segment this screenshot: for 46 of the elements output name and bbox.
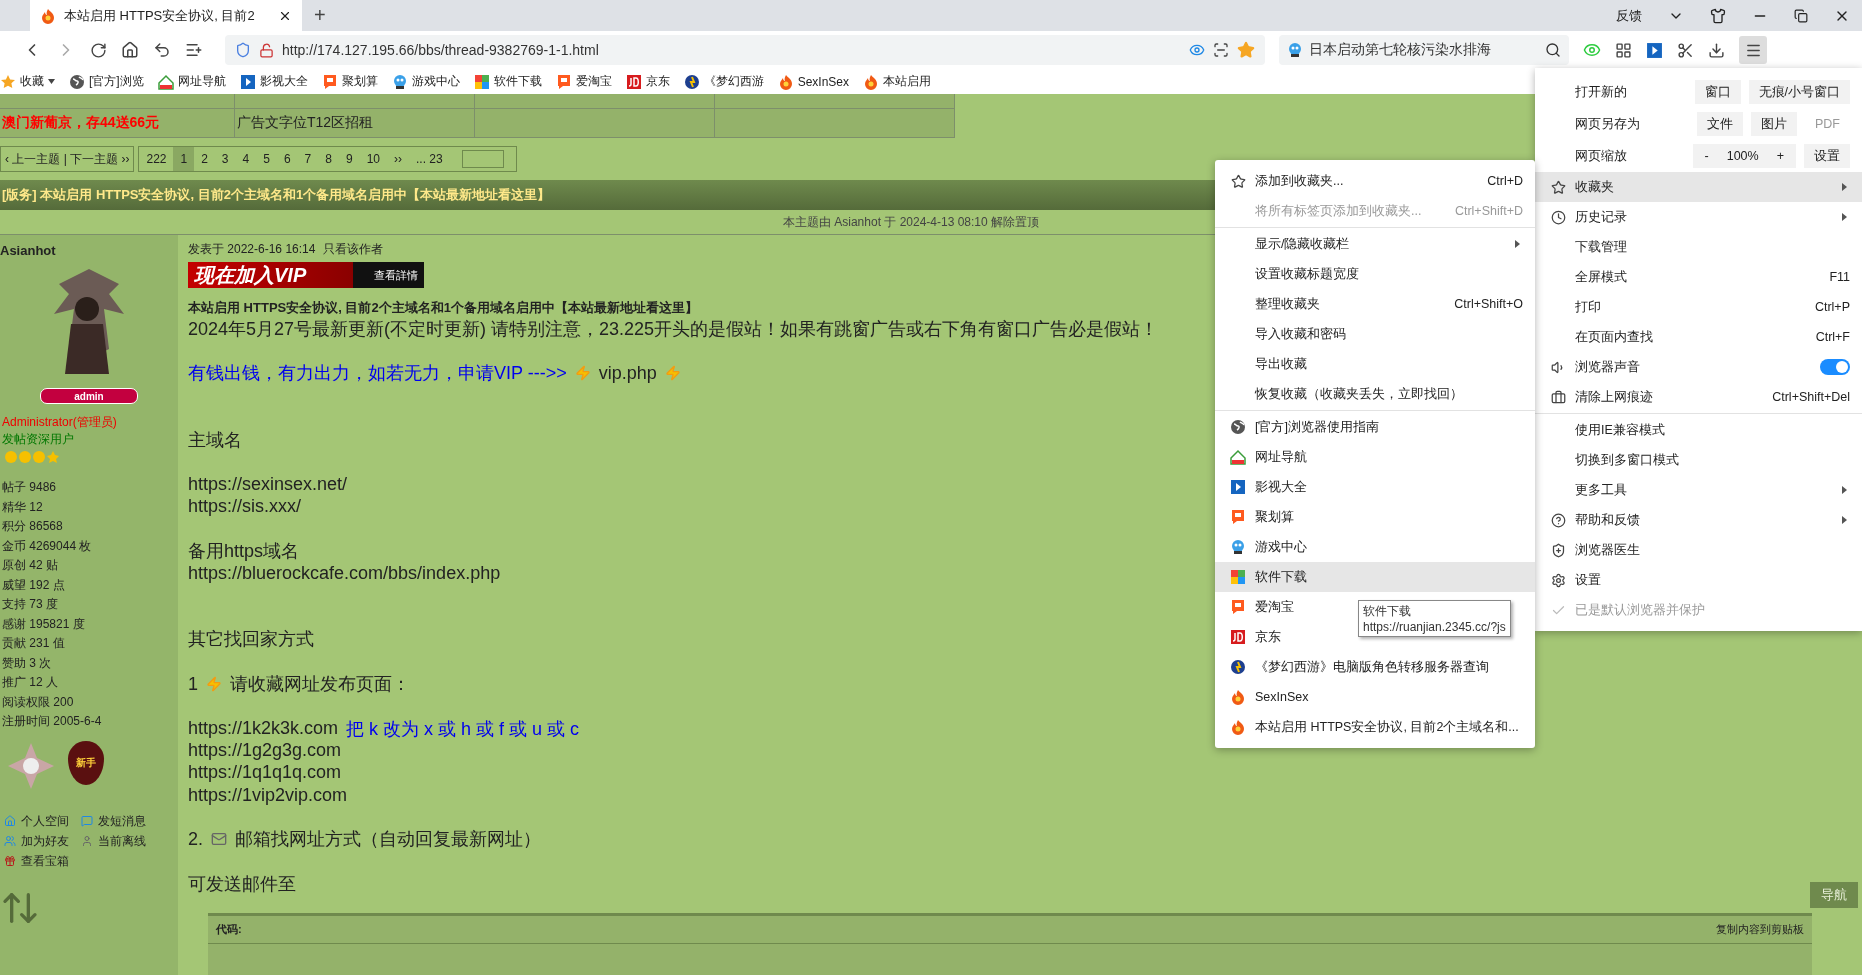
post-text: 2. bbox=[188, 828, 203, 850]
ad-cell: 澳门新葡京，存44送66元 bbox=[0, 109, 235, 138]
moderation-note: 本主题由 Asianhot 于 2024-4-13 08:10 解除置顶 bbox=[782, 213, 1040, 231]
author-stat: 积分 86568 bbox=[2, 519, 64, 534]
author-stat: 帖子 9486 bbox=[2, 480, 58, 495]
author-stat: 注册时间 2005-6-4 bbox=[2, 714, 103, 729]
admin-badge: admin bbox=[40, 388, 138, 404]
author-stat: 推广 12 人 bbox=[2, 675, 60, 690]
author-stat: 金币 4269044 枚 bbox=[2, 538, 93, 553]
post-text: 请收藏网址发布页面： bbox=[230, 673, 410, 697]
post-text: 1 bbox=[188, 673, 198, 695]
zoom-value: 100% bbox=[1726, 149, 1759, 163]
author-stat: 贡献 231 值 bbox=[2, 636, 66, 651]
author-group: 发帖资深用户 bbox=[0, 431, 74, 448]
post-text: https://1g2g3g.com bbox=[188, 740, 342, 762]
post-text: https://1q1q1q.com bbox=[188, 762, 342, 784]
post-text: 其它找回家方式 bbox=[188, 628, 314, 652]
author-stat: 阅读权限 200 bbox=[2, 694, 75, 709]
tooltip: 软件下载 https://ruanjian.2345.cc/?js bbox=[1358, 600, 1511, 637]
rookie-medal: 新手 bbox=[68, 740, 104, 785]
url-text: http://174.127.195.66/bbs/thread-9382769-1-1.html bbox=[282, 42, 600, 59]
post-text: 邮箱找网址方式（自动回复最新网址） bbox=[235, 828, 541, 852]
author-stat: 赞助 3 次 bbox=[2, 655, 53, 670]
post-text: https://sis.xxx/ bbox=[188, 495, 302, 517]
menu-label: 网页另存为 bbox=[1575, 115, 1641, 133]
author-stat: 支持 73 度 bbox=[2, 597, 60, 612]
menu-label: 网页缩放 bbox=[1575, 147, 1628, 165]
post-text: 主域名 bbox=[188, 429, 242, 453]
author-stat: 精华 12 bbox=[2, 499, 44, 514]
post-text: 本站启用 HTTPS安全协议, 目前2个主域名和1个备用域名启用中【本站最新地址看这里】 bbox=[188, 298, 698, 317]
post-text: https://sexinsex.net/ bbox=[188, 473, 348, 495]
author-role: Administrator(管理员) bbox=[1, 414, 117, 431]
post-date: 发表于 2022-6-16 16:14 bbox=[188, 241, 316, 258]
author-stat: 感谢 195821 度 bbox=[2, 616, 86, 631]
post-text: 可发送邮件至 bbox=[188, 872, 296, 896]
menu-label: 打开新的 bbox=[1575, 83, 1628, 101]
post-text: vip.php bbox=[598, 362, 657, 384]
code-label: 代码: bbox=[216, 922, 242, 938]
author-stat: 原创 42 贴 bbox=[2, 558, 60, 573]
post-text: 备用https域名 bbox=[188, 539, 300, 563]
post-text: https://1k2k3k.com bbox=[188, 718, 339, 740]
ad-cell: 广告文字位T12区招租 bbox=[235, 109, 475, 138]
post-text: https://1vip2vip.com bbox=[188, 784, 348, 806]
post-text: https://bluerockcafe.com/bbs/index.php bbox=[188, 562, 501, 584]
author-stat: 威望 192 点 bbox=[2, 577, 66, 592]
post-text: 2024年5月27号最新更新(不定时更新) 请特别注意，23.225开头的是假站！如果有跳窗广告或右下角有窗口广告必是假站！ bbox=[188, 317, 1159, 341]
